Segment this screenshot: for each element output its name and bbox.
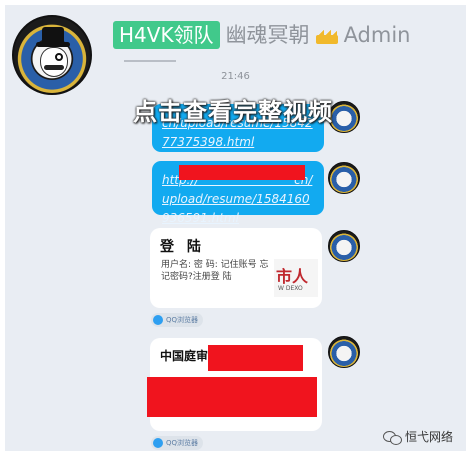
message-link[interactable]: http:// cn/upload/resume/1584160936591.h… <box>162 173 312 225</box>
thumbnail-subtext: W DEXO <box>278 285 303 292</box>
group-tag-badge: H4VK领队 <box>113 21 220 49</box>
chat-window: H4VK领队 幽魂冥朝 Admin 21:46 点击查看完整视频 cn/uplo… <box>5 5 466 451</box>
avatar-mustache <box>44 65 64 70</box>
sender-nickname[interactable]: 幽魂冥朝 <box>226 22 310 48</box>
redaction-bar <box>208 345 303 371</box>
sender-avatar[interactable] <box>328 230 360 262</box>
message-timestamp: 21:46 <box>221 71 250 82</box>
avatar-monocle <box>55 53 63 61</box>
footer-watermark: 恒弋网络 <box>383 428 453 445</box>
redaction-bar <box>179 165 305 180</box>
group-avatar[interactable] <box>12 15 92 95</box>
sender-avatar[interactable] <box>328 162 360 194</box>
screenshot-frame: H4VK领队 幽魂冥朝 Admin 21:46 点击查看完整视频 cn/uplo… <box>0 0 471 456</box>
card-thumbnail: 市人 W DEXO <box>274 259 318 297</box>
sender-name-row: H4VK领队 幽魂冥朝 Admin <box>113 20 411 50</box>
source-name: QQ浏览器 <box>166 316 199 324</box>
sender-avatar[interactable] <box>328 336 360 368</box>
card-description: 用户名: 密 码: 记住账号 忘记密码?注册登 陆 <box>161 260 269 282</box>
video-overlay-caption[interactable]: 点击查看完整视频 <box>133 92 333 127</box>
thumbnail-text: 市人 <box>276 267 309 286</box>
crown-icon <box>315 30 338 44</box>
card-source-label[interactable]: QQ浏览器 <box>151 313 204 327</box>
avatar-hat <box>42 27 64 43</box>
link-preview-card[interactable]: 登 陆 用户名: 密 码: 记住账号 忘记密码?注册登 陆 市人 W DEXO <box>150 228 322 308</box>
header-divider <box>124 60 176 62</box>
card-title: 登 陆 <box>160 239 205 255</box>
footer-brand: 恒弋网络 <box>405 430 454 444</box>
redaction-bar <box>147 377 317 417</box>
source-name: QQ浏览器 <box>166 439 199 447</box>
card-source-label[interactable]: QQ浏览器 <box>151 436 204 450</box>
browser-icon <box>153 438 163 448</box>
wechat-icon <box>383 430 402 445</box>
browser-icon <box>153 315 163 325</box>
admin-role-label: Admin <box>343 23 411 47</box>
